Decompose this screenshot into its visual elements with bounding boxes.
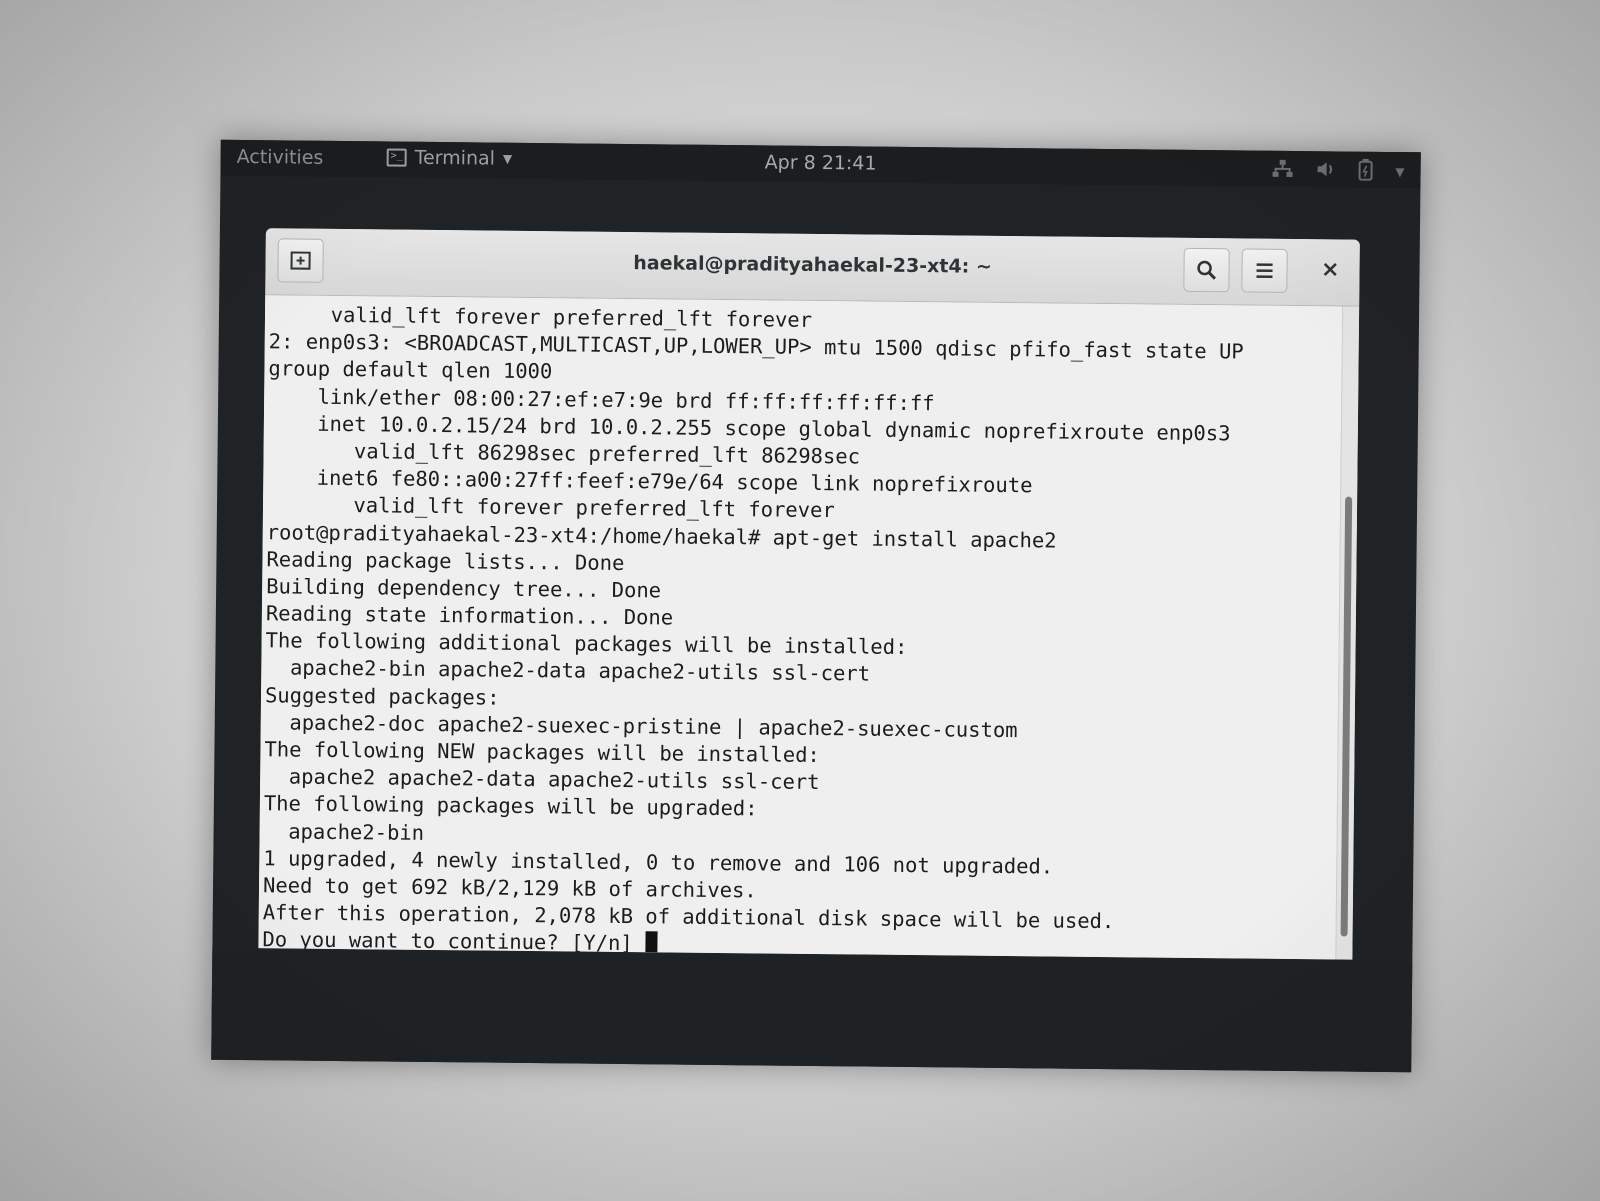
- close-button[interactable]: ×: [1321, 257, 1340, 282]
- terminal-window: haekal@pradityahaekal-23-xt4: ~ × valid_…: [258, 228, 1360, 960]
- network-icon: [1271, 159, 1293, 183]
- scrollbar-thumb[interactable]: [1340, 496, 1353, 937]
- monitor-screen: Activities >_ Terminal ▼ Apr 8 21:41 ▼ h…: [211, 139, 1421, 1073]
- menu-button[interactable]: [1241, 248, 1288, 293]
- battery-icon: [1357, 158, 1373, 185]
- text-cursor: [644, 931, 658, 955]
- volume-icon: [1315, 160, 1335, 182]
- search-icon: [1197, 260, 1217, 280]
- search-button[interactable]: [1183, 247, 1230, 293]
- system-menu-arrow-icon: ▼: [1395, 165, 1405, 180]
- window-headerbar: haekal@pradityahaekal-23-xt4: ~ ×: [265, 228, 1360, 307]
- clock[interactable]: Apr 8 21:41: [221, 146, 1421, 181]
- hamburger-menu-icon: [1256, 263, 1273, 279]
- system-status-area[interactable]: ▼: [1271, 158, 1405, 185]
- desktop-background: [211, 949, 1413, 1073]
- gnome-top-bar: Activities >_ Terminal ▼ Apr 8 21:41 ▼: [220, 139, 1421, 189]
- terminal-output[interactable]: valid_lft forever preferred_lft forever 2…: [258, 295, 1344, 960]
